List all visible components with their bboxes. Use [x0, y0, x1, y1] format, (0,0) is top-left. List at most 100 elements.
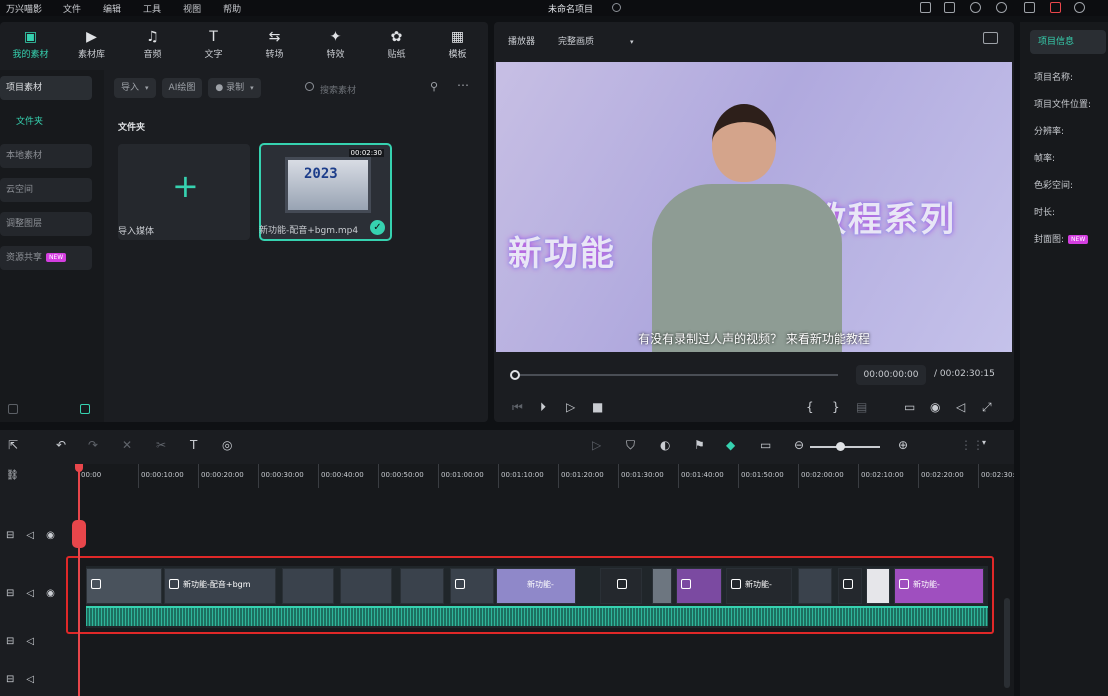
volume-icon[interactable]: ◁ [956, 400, 965, 414]
menu-help[interactable]: 帮助 [212, 2, 252, 15]
mark-out-icon[interactable]: } [832, 400, 840, 414]
volume-icon[interactable]: ◁ [26, 636, 34, 647]
volume-icon[interactable]: ◁ [26, 674, 34, 685]
render-preview-icon[interactable]: ▷ [592, 438, 601, 452]
sidebar-item-resource-share[interactable]: 资源共享 NEW [0, 246, 92, 270]
render-icon[interactable]: ▤ [856, 400, 867, 414]
folder-icon[interactable]: ⊟ [6, 588, 14, 599]
shield-icon[interactable]: ⛉ [626, 438, 635, 453]
playhead[interactable] [75, 464, 83, 696]
subtitle-icon[interactable]: ▭ [760, 438, 771, 452]
layout-icon[interactable] [920, 2, 931, 13]
stop-icon[interactable]: ■ [592, 400, 603, 414]
step-forward-icon[interactable]: ⏵ [540, 400, 546, 415]
folder-icon[interactable]: ⊟ [6, 674, 14, 685]
snapshot-icon[interactable] [983, 32, 998, 44]
grip-icon[interactable]: ⋮⋮ [960, 438, 984, 452]
search-input[interactable]: 搜索素材 [320, 83, 356, 96]
progress-track[interactable] [512, 374, 838, 376]
new-folder-icon[interactable] [8, 404, 18, 414]
tab-stickers[interactable]: ✿ 贴纸 [366, 22, 427, 68]
ai-image-button[interactable]: AI绘图 [161, 78, 203, 98]
progress-handle[interactable] [510, 370, 520, 380]
tab-text[interactable]: T 文字 [183, 22, 244, 68]
media-panel: ▣ 我的素材 ▶ 素材库 ♫ 音频 T 文字 ⇆ 转场 ✦ 特效 ✿ 贴纸 ▦ 模板 项目素材 … [0, 22, 488, 422]
volume-icon[interactable]: ◁ [26, 588, 34, 599]
zoom-slider-handle[interactable] [836, 442, 845, 451]
tab-effects[interactable]: ✦ 特效 [305, 22, 366, 68]
undo-icon[interactable]: ↶ [56, 438, 66, 452]
timeline-scrollbar[interactable] [1004, 598, 1010, 688]
track-row-1: ⊟ ◁ ◉ [6, 530, 55, 541]
tab-transitions[interactable]: ⇆ 转场 [244, 22, 305, 68]
menu-view[interactable]: 视图 [172, 2, 212, 15]
collapse-icon[interactable] [80, 404, 90, 414]
properties-panel: 项目信息 项目名称: 项目文件位置: 分辨率: 帧率: 色彩空间: 时长: 封面… [1020, 22, 1108, 696]
volume-icon[interactable]: ◁ [26, 530, 34, 541]
notification-icon[interactable] [996, 2, 1007, 13]
ruler-tick: 00:00:30:00 [258, 464, 318, 488]
more-icon[interactable]: ⋯ [457, 78, 469, 92]
link-icon[interactable]: ⛓ [6, 470, 19, 481]
sidebar-item-folder[interactable]: 文件夹 [0, 110, 92, 134]
tab-audio[interactable]: ♫ 音频 [122, 22, 183, 68]
grid-icon[interactable] [1024, 2, 1035, 13]
select-tool-icon[interactable]: ⇱ [8, 438, 18, 452]
cart-icon[interactable] [1050, 2, 1061, 13]
quality-select[interactable]: 完整画质 ▾ [558, 34, 634, 47]
sidebar-item-adjustment-layer[interactable]: 调整图层 [0, 212, 92, 236]
quality-value: 完整画质 [558, 37, 595, 47]
menu-tools[interactable]: 工具 [132, 2, 172, 15]
eye-icon[interactable]: ◉ [46, 530, 55, 541]
sidebar-item-cloud[interactable]: 云空间 [0, 178, 92, 202]
new-badge: NEW [1068, 235, 1089, 244]
tab-templates[interactable]: ▦ 模板 [427, 22, 488, 68]
menu-edit[interactable]: 编辑 [92, 2, 132, 15]
tab-my-media[interactable]: ▣ 我的素材 [0, 22, 61, 68]
marker-icon[interactable]: ⚑ [694, 438, 705, 452]
project-info-icon[interactable] [612, 3, 621, 12]
video-preview: 新功能 教程系列 有没有录制过人声的视频？ 来看新功能教程 [496, 62, 1012, 352]
zoom-slider[interactable] [810, 442, 880, 451]
video-subtitle: 有没有录制过人声的视频？ 来看新功能教程 [638, 332, 870, 346]
eye-icon[interactable]: ◉ [46, 588, 55, 599]
add-text-icon[interactable]: T [190, 438, 197, 452]
ruler-tick: 00:01:10:00 [498, 464, 558, 488]
menu-file[interactable]: 文件 [52, 2, 92, 15]
display-icon[interactable]: ▭ [904, 400, 915, 414]
tab-project-info[interactable]: 项目信息 [1030, 30, 1106, 54]
clip-duration: 00:02:30 [348, 149, 384, 157]
color-icon[interactable]: ◐ [660, 438, 670, 452]
folder-icon[interactable]: ⊟ [6, 530, 14, 541]
sidebar-item-project-media[interactable]: 项目素材 [0, 76, 92, 100]
mark-in-icon[interactable]: { [806, 400, 814, 414]
folder-icon[interactable]: ⊟ [6, 636, 14, 647]
cloud-icon[interactable] [970, 2, 981, 13]
prev-frame-icon[interactable]: ⏮ [512, 400, 523, 415]
track-row-4: ⊟ ◁ [6, 674, 34, 685]
ruler-tick: 00:01:40:00 [678, 464, 738, 488]
tab-stock-media[interactable]: ▶ 素材库 [61, 22, 122, 68]
music-icon: ♫ [146, 29, 159, 45]
redo-icon[interactable]: ↷ [88, 438, 98, 452]
record-dropdown[interactable]: ● 录制 ▾ [208, 78, 261, 98]
playhead-handle[interactable] [75, 464, 83, 472]
delete-icon[interactable]: ✕ [122, 438, 132, 452]
play-icon[interactable]: ▷ [566, 400, 575, 414]
ai-audio-icon[interactable]: ◆ [726, 438, 735, 452]
sidebar-item-local-media[interactable]: 本地素材 [0, 144, 92, 168]
chevron-down-icon[interactable]: ▾ [982, 438, 986, 447]
fullscreen-icon[interactable]: ⤢ [982, 400, 992, 415]
import-dropdown[interactable]: 导入 ▾ [114, 78, 156, 98]
zoom-out-icon[interactable]: ⊖ [794, 438, 804, 452]
filter-icon[interactable]: ⚲ [430, 80, 438, 93]
user-icon[interactable] [1074, 2, 1085, 13]
media-icon: ▶ [86, 29, 97, 45]
save-icon[interactable] [944, 2, 955, 13]
transition-icon: ⇆ [268, 29, 281, 45]
cut-icon[interactable]: ✂ [156, 438, 166, 452]
audio-voice-icon[interactable]: ◎ [222, 438, 232, 452]
camera-icon[interactable]: ◉ [930, 400, 940, 414]
time-ruler[interactable]: 00:00 00:00:10:00 00:00:20:00 00:00:30:00 00… [78, 464, 1014, 488]
zoom-in-icon[interactable]: ⊕ [898, 438, 908, 452]
